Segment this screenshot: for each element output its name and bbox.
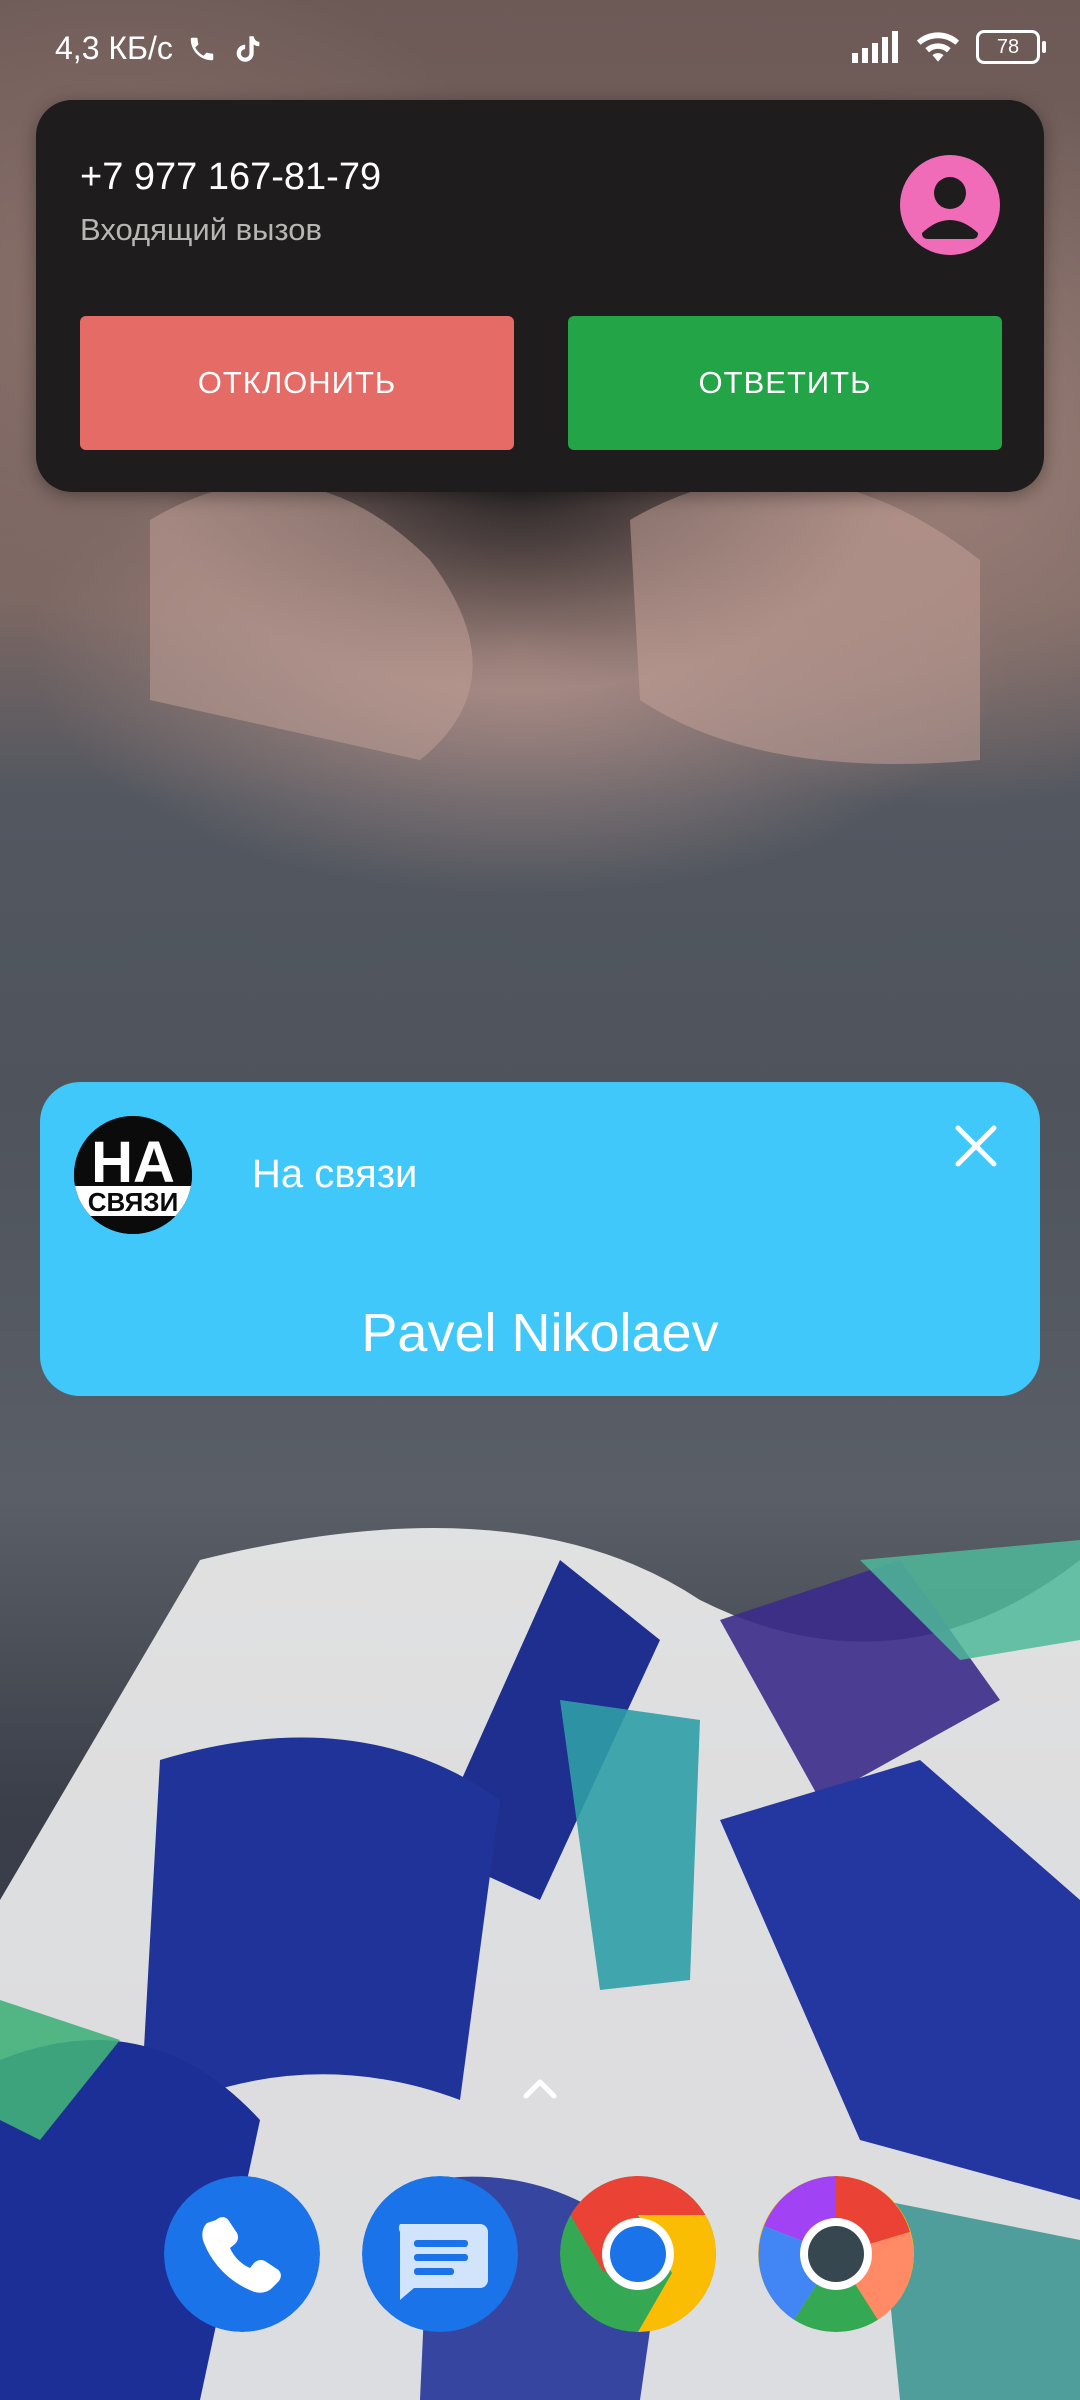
chrome-app-icon[interactable] bbox=[560, 2176, 716, 2332]
network-speed: 4,3 КБ/с bbox=[55, 30, 173, 66]
wifi-icon bbox=[916, 32, 960, 62]
battery-level: 78 bbox=[996, 35, 1020, 58]
chrome-canary-app-icon[interactable] bbox=[758, 2176, 914, 2332]
phone-app-icon[interactable] bbox=[164, 2176, 320, 2332]
signal-icon bbox=[852, 31, 898, 63]
na-svyazi-widget[interactable]: НА СВЯЗИ На связи Pavel Nikolaev bbox=[40, 1082, 1040, 1396]
chevron-up-icon[interactable] bbox=[520, 2074, 560, 2104]
call-status: Входящий вызов bbox=[80, 212, 322, 247]
home-screen: 4,3 КБ/с 78 +7 977 167-81-79 Входящий вы… bbox=[0, 0, 1080, 2400]
decline-button[interactable]: ОТКЛОНИТЬ bbox=[80, 316, 514, 450]
messages-app-icon[interactable] bbox=[362, 2176, 518, 2332]
battery-icon: 78 bbox=[976, 30, 1046, 64]
incoming-call-notification[interactable]: +7 977 167-81-79 Входящий вызов ОТКЛОНИТ… bbox=[36, 100, 1044, 492]
status-bar: 4,3 КБ/с 78 bbox=[0, 0, 1080, 100]
tiktok-icon bbox=[236, 35, 260, 62]
caller-number: +7 977 167-81-79 bbox=[80, 156, 382, 198]
phone-call-icon bbox=[190, 37, 214, 60]
svg-text:СВЯЗИ: СВЯЗИ bbox=[88, 1187, 179, 1217]
caller-avatar-icon bbox=[900, 155, 1000, 255]
widget-title: На связи bbox=[252, 1152, 418, 1196]
close-icon[interactable] bbox=[948, 1118, 1004, 1174]
contact-name: Pavel Nikolaev bbox=[361, 1303, 719, 1363]
na-svyazi-logo: НА СВЯЗИ bbox=[74, 1116, 192, 1234]
svg-text:НА: НА bbox=[91, 1130, 175, 1195]
answer-button[interactable]: ОТВЕТИТЬ bbox=[568, 316, 1002, 450]
